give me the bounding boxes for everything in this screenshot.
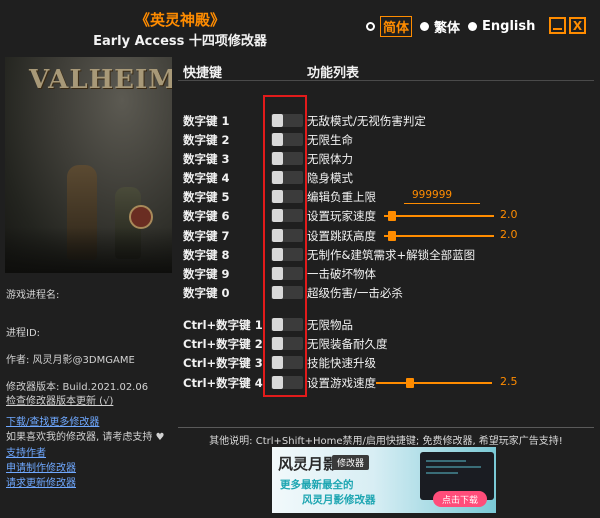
minimize-icon [553, 27, 562, 30]
function-label: 设置跳跃高度 [307, 229, 376, 243]
hotkey-label: Ctrl+数字键 3 [183, 356, 263, 370]
game-cover-image: VALHEIM [5, 57, 172, 273]
process-name-label: 游戏进程名: [6, 290, 60, 301]
hotkey-label: 数字键 9 [183, 267, 230, 281]
cheat-row: 数字键 9 一击破坏物体 [178, 264, 594, 283]
screen-bar [426, 466, 481, 468]
cover-ground [5, 227, 172, 273]
cheat-row: 数字键 1 无敌模式/无视伤害判定 [178, 111, 594, 130]
header-divider [178, 80, 594, 81]
screen-bar [426, 472, 458, 474]
function-label: 无限生命 [307, 133, 353, 147]
banner-tag: 修改器 [332, 455, 370, 470]
banner-line: 风灵月影修改器 [302, 494, 376, 506]
game-speed-slider[interactable] [376, 382, 492, 384]
hotkey-label: Ctrl+数字键 2 [183, 337, 263, 351]
lang-option-simplified[interactable]: 简体 [366, 15, 413, 37]
function-column-header: 功能列表 [307, 66, 360, 81]
radio-icon [468, 21, 478, 31]
slider-value: 2.0 [500, 208, 518, 221]
lang-option-english[interactable]: English [468, 19, 535, 34]
cheat-row: Ctrl+数字键 2 无限装备耐久度 [178, 334, 594, 353]
hotkey-column-header: 快捷键 [183, 66, 223, 81]
cheat-row: Ctrl+数字键 4 设置游戏速度 2.5 [178, 373, 594, 392]
function-label: 设置游戏速度 [307, 376, 376, 390]
jump-height-slider[interactable] [384, 235, 494, 237]
language-selector: 简体 繁体 English [366, 15, 543, 37]
close-icon: X [572, 18, 583, 33]
process-id-label: 进程ID: [6, 328, 41, 339]
cheat-row: 数字键 0 超级伤害/一击必杀 [178, 283, 594, 302]
request-update-link[interactable]: 请求更新修改器 [6, 474, 76, 489]
radio-icon [420, 21, 430, 31]
hotkey-label: 数字键 4 [183, 171, 230, 185]
hotkey-label: 数字键 1 [183, 114, 230, 128]
hotkey-label: 数字键 3 [183, 152, 230, 166]
lang-label: 繁体 [434, 20, 461, 36]
hotkey-label: Ctrl+数字键 1 [183, 318, 263, 332]
minimize-button[interactable] [549, 17, 566, 34]
ad-banner[interactable]: 风灵月影 修改器 更多最新最全的 风灵月影修改器 点击下载 [272, 447, 496, 513]
cheat-row: 数字键 4 隐身模式 [178, 168, 594, 187]
function-label: 技能快速升级 [307, 356, 376, 370]
cheat-row: 数字键 6 设置玩家速度 2.0 [178, 206, 594, 225]
hotkey-label: 数字键 8 [183, 248, 230, 262]
request-trainer-link[interactable]: 申请制作修改器 [6, 459, 76, 474]
hotkey-label: 数字键 7 [183, 229, 230, 243]
banner-brand: 风灵月影 [278, 455, 339, 473]
screen-bar [426, 460, 466, 462]
function-label: 无制作&建筑需求+解锁全部蓝图 [307, 248, 476, 262]
support-text: 如果喜欢我的修改器, 请考虑支持 ♥ [6, 432, 165, 443]
version-label: 修改器版本: Build.2021.02.06 [6, 382, 149, 393]
slider-thumb[interactable] [388, 231, 396, 241]
lang-label: 简体 [380, 15, 413, 37]
lang-option-traditional[interactable]: 繁体 [420, 17, 460, 36]
function-label: 无限物品 [307, 318, 353, 332]
slider-thumb[interactable] [406, 378, 414, 388]
banner-download-button[interactable]: 点击下载 [433, 491, 487, 507]
close-button[interactable]: X [569, 17, 586, 34]
function-label: 无限体力 [307, 152, 353, 166]
slider-value: 2.5 [500, 375, 518, 388]
function-label: 设置玩家速度 [307, 209, 376, 223]
cheat-row: 数字键 7 设置跳跃高度 2.0 [178, 226, 594, 245]
cheat-row: 数字键 2 无限生命 [178, 130, 594, 149]
cheat-row: 数字键 5 编辑负重上限 [178, 187, 594, 206]
cheat-row: 数字键 3 无限体力 [178, 149, 594, 168]
function-label: 无限装备耐久度 [307, 337, 388, 351]
cheat-row: Ctrl+数字键 3 技能快速升级 [178, 353, 594, 372]
cheat-row: Ctrl+数字键 1 无限物品 [178, 315, 594, 334]
banner-line: 更多最新最全的 [280, 479, 354, 491]
download-more-link[interactable]: 下载/查找更多修改器 [6, 413, 99, 428]
slider-thumb[interactable] [388, 211, 396, 221]
footer-divider [178, 427, 594, 428]
lang-label: English [482, 18, 536, 34]
cover-logo: VALHEIM [29, 65, 172, 95]
hotkey-label: 数字键 2 [183, 133, 230, 147]
footer-note: 其他说明: Ctrl+Shift+Home禁用/启用快捷键; 免费修改器, 希望… [209, 436, 563, 447]
function-label: 编辑负重上限 [307, 190, 376, 204]
function-label: 隐身模式 [307, 171, 353, 185]
hotkey-label: 数字键 5 [183, 190, 230, 204]
slider-value: 2.0 [500, 228, 518, 241]
function-label: 无敌模式/无视伤害判定 [307, 114, 426, 128]
author-label: 作者: 风灵月影@3DMGAME [6, 355, 135, 366]
trainer-subtitle: Early Access 十四项修改器 [93, 34, 267, 49]
cheat-row: 数字键 8 无制作&建筑需求+解锁全部蓝图 [178, 245, 594, 264]
function-label: 一击破坏物体 [307, 267, 376, 281]
game-title: 《英灵神殿》 [134, 11, 225, 29]
check-update-link[interactable]: 检查修改器版本更新 (√) [6, 392, 113, 407]
support-author-link[interactable]: 支持作者 [6, 444, 46, 459]
hotkey-label: 数字键 6 [183, 209, 230, 223]
hotkey-label: Ctrl+数字键 4 [183, 376, 263, 390]
function-label: 超级伤害/一击必杀 [307, 286, 403, 300]
title-area: 《英灵神殿》 Early Access 十四项修改器 [0, 0, 360, 52]
toggle-highlight-box [263, 95, 307, 397]
shield-figure [129, 205, 153, 229]
player-speed-slider[interactable] [384, 215, 494, 217]
hotkey-label: 数字键 0 [183, 286, 230, 300]
radio-selected-icon [366, 21, 375, 31]
weight-limit-input[interactable] [404, 187, 480, 204]
